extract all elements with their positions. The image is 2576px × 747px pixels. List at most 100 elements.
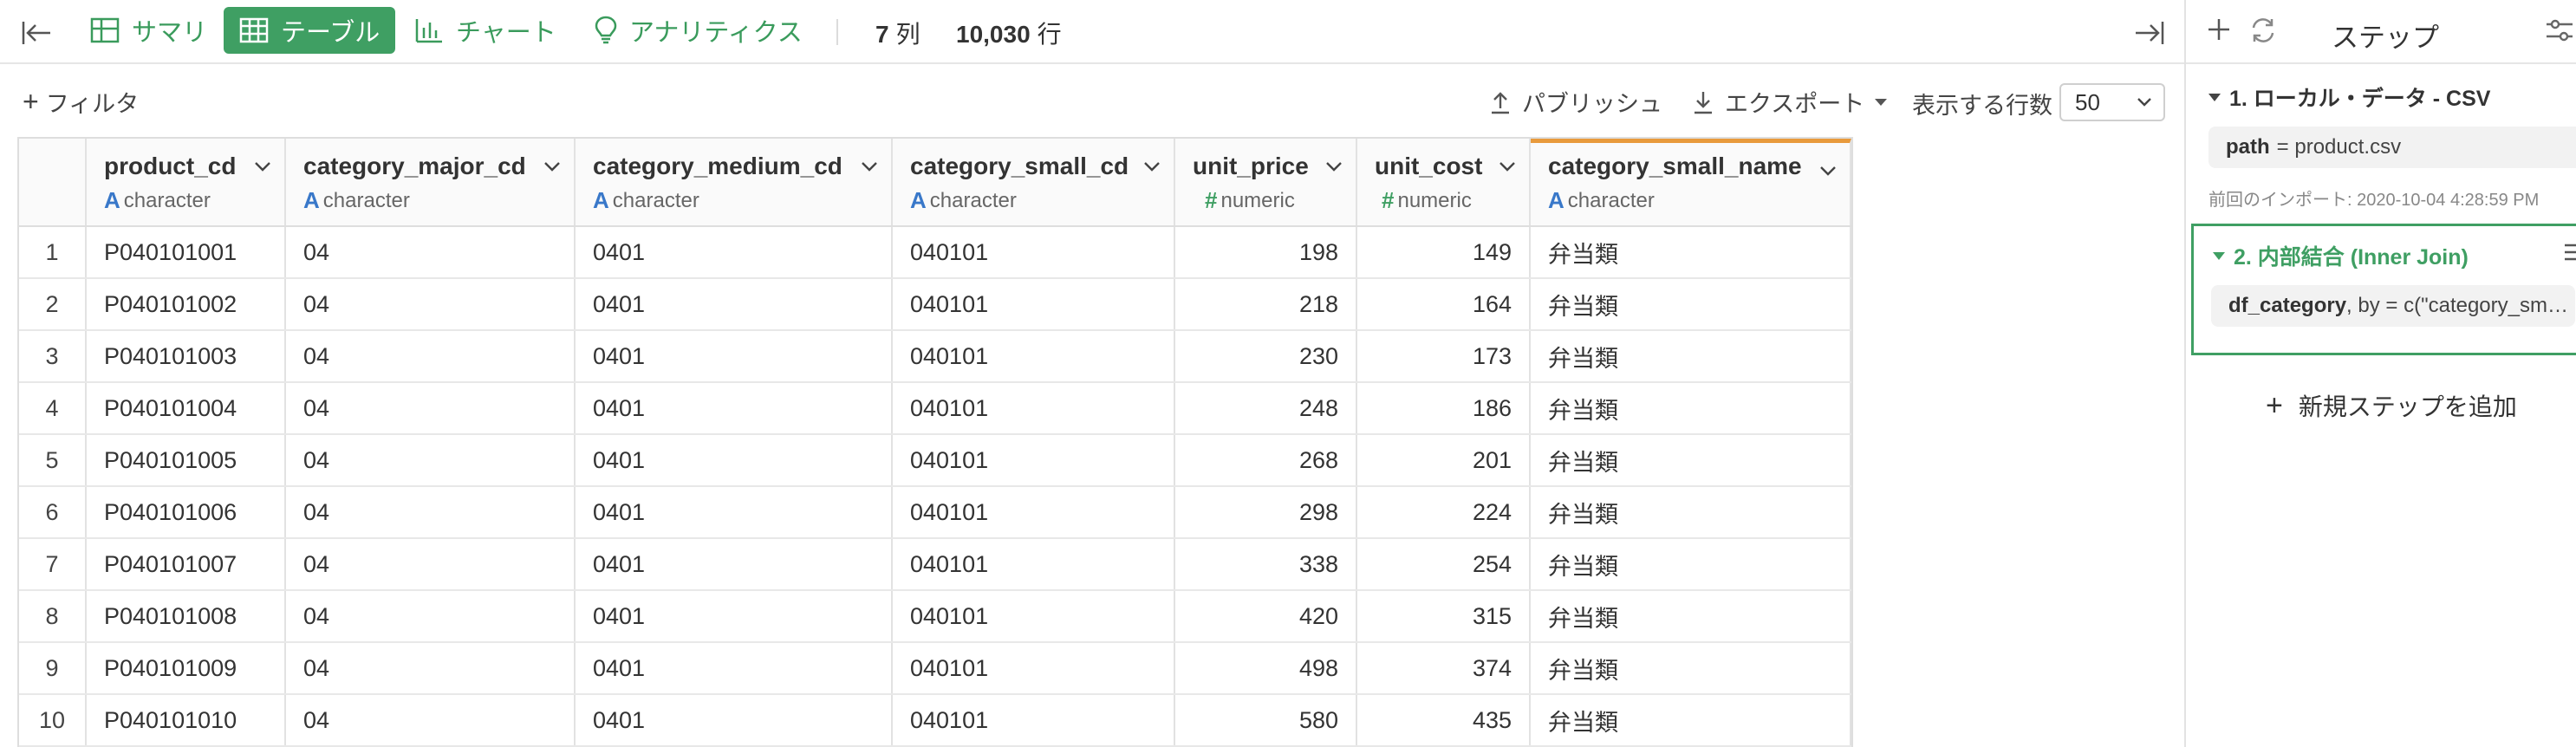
tab-analytics[interactable]: アナリティクス [579, 7, 818, 54]
chevron-down-icon[interactable] [1142, 159, 1161, 173]
column-header-product-cd[interactable]: product_cd Acharacter [87, 139, 286, 225]
table-cell[interactable]: 04 [286, 279, 576, 329]
table-cell[interactable]: 230 [1175, 331, 1357, 381]
refresh-icon[interactable] [2248, 16, 2278, 45]
column-header-category-small-cd[interactable]: category_small_cd Acharacter [893, 139, 1175, 225]
table-cell[interactable]: 040101 [893, 383, 1175, 433]
collapse-right-icon[interactable] [2132, 17, 2167, 49]
table-cell[interactable]: 弁当類 [1531, 435, 1851, 485]
table-cell[interactable]: 04 [286, 695, 576, 745]
table-cell[interactable]: 040101 [893, 539, 1175, 589]
tab-summary[interactable]: サマリ [75, 7, 223, 54]
table-cell[interactable]: 0401 [576, 643, 893, 693]
table-cell[interactable]: 374 [1357, 643, 1531, 693]
table-cell[interactable]: 040101 [893, 591, 1175, 641]
sliders-settings-icon[interactable] [2545, 17, 2574, 45]
collapse-left-icon[interactable] [19, 17, 54, 49]
table-cell[interactable]: 弁当類 [1531, 695, 1851, 745]
table-cell[interactable]: 435 [1357, 695, 1531, 745]
table-cell[interactable]: 224 [1357, 487, 1531, 537]
column-header-category-small-name[interactable]: category_small_name Acharacter [1531, 139, 1851, 225]
table-cell[interactable]: 338 [1175, 539, 1357, 589]
table-cell[interactable]: 弁当類 [1531, 591, 1851, 641]
table-cell[interactable]: 弁当類 [1531, 383, 1851, 433]
table-cell[interactable]: 040101 [893, 279, 1175, 329]
table-cell[interactable]: P040101010 [87, 695, 286, 745]
table-cell[interactable]: 弁当類 [1531, 487, 1851, 537]
table-cell[interactable]: 04 [286, 383, 576, 433]
plus-icon[interactable] [2205, 16, 2233, 43]
table-cell[interactable]: P040101008 [87, 591, 286, 641]
table-cell[interactable]: P040101001 [87, 227, 286, 277]
table-cell[interactable]: 498 [1175, 643, 1357, 693]
publish-button[interactable]: パブリッシュ [1489, 85, 1662, 119]
table-cell[interactable]: 0401 [576, 539, 893, 589]
table-cell[interactable]: 04 [286, 591, 576, 641]
table-cell[interactable]: 218 [1175, 279, 1357, 329]
table-cell[interactable]: 248 [1175, 383, 1357, 433]
add-filter-button[interactable]: + フィルタ [23, 85, 139, 119]
table-cell[interactable]: 弁当類 [1531, 643, 1851, 693]
table-cell[interactable]: P040101007 [87, 539, 286, 589]
chevron-down-icon[interactable] [1498, 159, 1517, 173]
table-cell[interactable]: 580 [1175, 695, 1357, 745]
table-cell[interactable]: 254 [1357, 539, 1531, 589]
table-cell[interactable]: P040101005 [87, 435, 286, 485]
table-cell[interactable]: 0401 [576, 227, 893, 277]
column-header-unit-price[interactable]: unit_price # numeric [1175, 139, 1357, 225]
menu-icon[interactable] [2561, 242, 2576, 263]
table-cell[interactable]: P040101002 [87, 279, 286, 329]
add-step-button[interactable]: + 新規ステップを追加 [2266, 388, 2517, 423]
rows-per-page-select[interactable]: 50 [2059, 83, 2165, 121]
table-cell[interactable]: 268 [1175, 435, 1357, 485]
table-cell[interactable]: 04 [286, 487, 576, 537]
table-cell[interactable]: 201 [1357, 435, 1531, 485]
chevron-down-icon[interactable] [253, 159, 272, 173]
table-cell[interactable]: 04 [286, 643, 576, 693]
tab-table[interactable]: テーブル [224, 7, 396, 54]
table-cell[interactable]: 弁当類 [1531, 331, 1851, 381]
table-cell[interactable]: 04 [286, 539, 576, 589]
column-header-category-medium-cd[interactable]: category_medium_cd Acharacter [576, 139, 893, 225]
table-cell[interactable]: 0401 [576, 383, 893, 433]
chevron-down-icon[interactable] [1324, 159, 1343, 173]
table-cell[interactable]: 040101 [893, 331, 1175, 381]
export-button[interactable]: エクスポート [1692, 85, 1889, 119]
table-cell[interactable]: 164 [1357, 279, 1531, 329]
table-cell[interactable]: P040101003 [87, 331, 286, 381]
step-1-title[interactable]: 1. ローカル・データ - CSV [2208, 81, 2490, 113]
table-cell[interactable]: 弁当類 [1531, 539, 1851, 589]
table-cell[interactable]: 420 [1175, 591, 1357, 641]
table-cell[interactable]: 040101 [893, 435, 1175, 485]
table-cell[interactable]: 0401 [576, 591, 893, 641]
column-header-unit-cost[interactable]: unit_cost # numeric [1357, 139, 1531, 225]
table-cell[interactable]: 040101 [893, 227, 1175, 277]
step-1-code[interactable]: path = product.csv [2208, 127, 2576, 168]
table-cell[interactable]: P040101009 [87, 643, 286, 693]
table-cell[interactable]: 04 [286, 331, 576, 381]
table-cell[interactable]: 0401 [576, 435, 893, 485]
table-cell[interactable]: 弁当類 [1531, 279, 1851, 329]
table-cell[interactable]: 315 [1357, 591, 1531, 641]
chevron-down-icon[interactable] [543, 159, 562, 173]
table-cell[interactable]: 弁当類 [1531, 227, 1851, 277]
table-cell[interactable]: 04 [286, 227, 576, 277]
table-cell[interactable]: 04 [286, 435, 576, 485]
table-cell[interactable]: P040101004 [87, 383, 286, 433]
table-cell[interactable]: 040101 [893, 643, 1175, 693]
chevron-down-icon[interactable] [1818, 164, 1838, 178]
step-2-title[interactable]: 2. 内部結合 (Inner Join) [2213, 240, 2469, 271]
table-cell[interactable]: 173 [1357, 331, 1531, 381]
table-cell[interactable]: 149 [1357, 227, 1531, 277]
tab-chart[interactable]: チャート [399, 7, 572, 54]
table-cell[interactable]: 186 [1357, 383, 1531, 433]
table-cell[interactable]: 0401 [576, 279, 893, 329]
table-cell[interactable]: 198 [1175, 227, 1357, 277]
table-cell[interactable]: 298 [1175, 487, 1357, 537]
table-cell[interactable]: 040101 [893, 695, 1175, 745]
step-2-code[interactable]: df_category, by = c("category_sm… [2211, 285, 2575, 327]
table-cell[interactable]: P040101006 [87, 487, 286, 537]
table-cell[interactable]: 0401 [576, 331, 893, 381]
table-cell[interactable]: 040101 [893, 487, 1175, 537]
column-header-category-major-cd[interactable]: category_major_cd Acharacter [286, 139, 576, 225]
